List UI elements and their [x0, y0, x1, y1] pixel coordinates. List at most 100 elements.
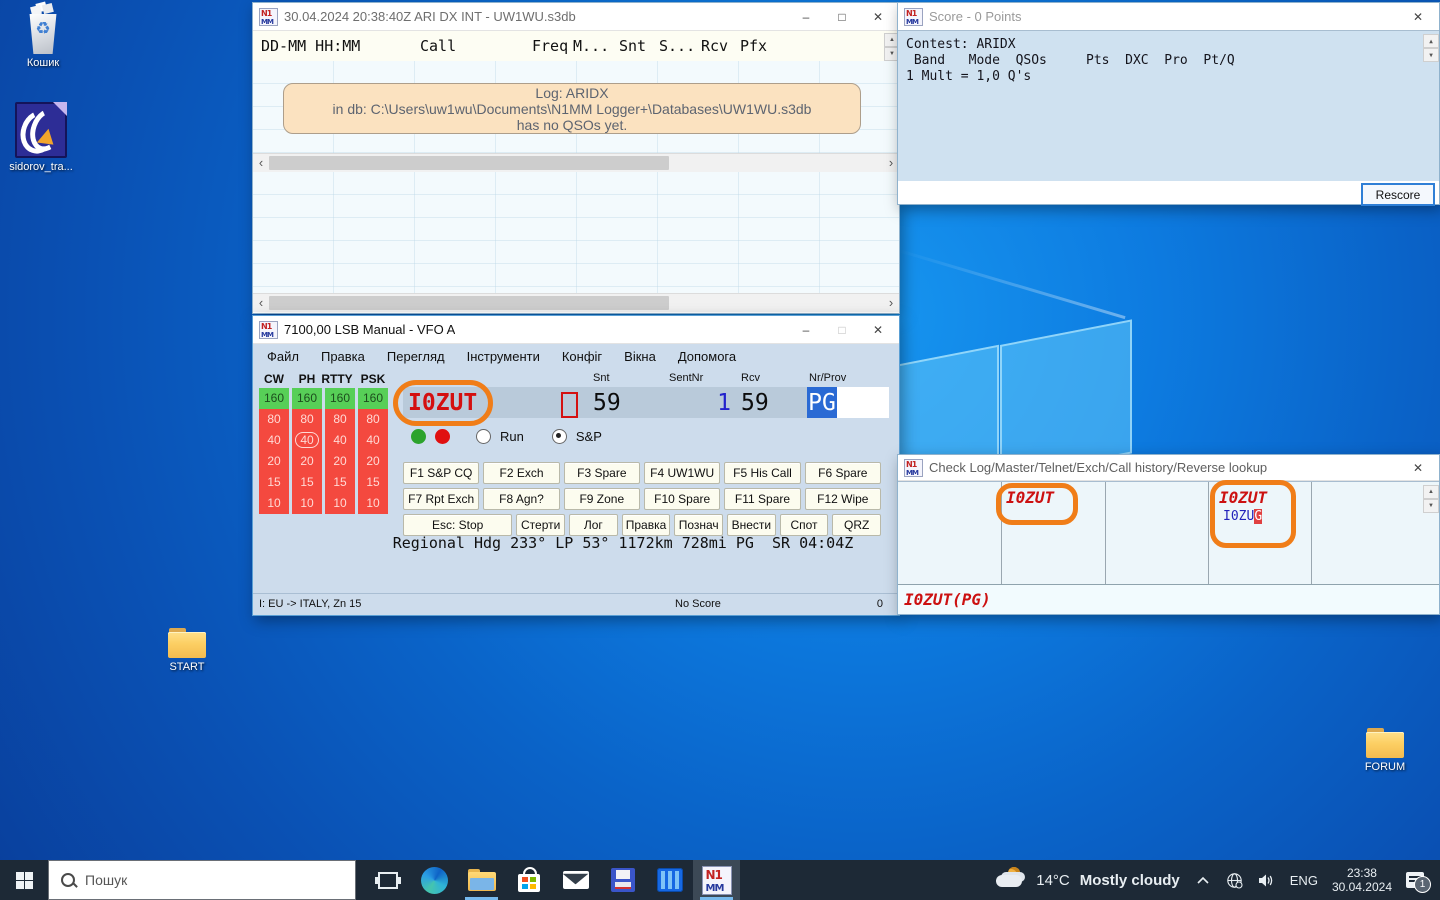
log-window-titlebar[interactable]: 30.04.2024 20:38:40Z ARI DX INT - UW1WU.…	[253, 3, 899, 31]
band-button[interactable]: 80	[325, 409, 355, 430]
band-button[interactable]: 15	[325, 472, 355, 493]
band-button[interactable]: 80	[259, 409, 289, 430]
score-scrollbar[interactable]: ▲ ▼	[1423, 34, 1437, 62]
tray-chevron-up-icon[interactable]	[1194, 871, 1212, 889]
band-button[interactable]: 10	[358, 493, 388, 514]
nrprov-input-selected[interactable]: PG	[807, 387, 837, 418]
floppy-app-button[interactable]	[599, 860, 646, 900]
band-button[interactable]: 40	[358, 430, 388, 451]
network-globe-icon[interactable]	[1226, 871, 1244, 889]
f3-button[interactable]: F3 Spare	[564, 462, 640, 484]
band-button[interactable]: 15	[358, 472, 388, 493]
log-button[interactable]: Лог	[569, 514, 618, 536]
store-button[interactable]: Внести	[727, 514, 776, 536]
menu-item-tools[interactable]: Інструменти	[467, 349, 540, 364]
maximize-button[interactable]: □	[827, 318, 857, 341]
log-column-header[interactable]: S...	[659, 37, 695, 55]
band-button[interactable]: 10	[325, 493, 355, 514]
close-icon[interactable]: ✕	[863, 318, 893, 341]
band-button[interactable]: 80	[292, 409, 322, 430]
log-column-header[interactable]: Call	[420, 37, 456, 55]
scroll-left-icon[interactable]: ‹	[253, 154, 269, 172]
qrz-button[interactable]: QRZ	[832, 514, 881, 536]
minimize-button[interactable]: –	[791, 5, 821, 28]
band-button[interactable]: 15	[292, 472, 322, 493]
band-button[interactable]: 20	[292, 451, 322, 472]
band-button[interactable]: 160	[259, 388, 289, 409]
rcv-input[interactable]: 59	[735, 387, 809, 418]
band-button[interactable]: 20	[325, 451, 355, 472]
band-button[interactable]: 10	[259, 493, 289, 514]
desktop-icon-forum-folder[interactable]: FORUM	[1346, 728, 1424, 773]
search-input[interactable]: Пошук	[48, 860, 356, 900]
f6-button[interactable]: F6 Spare	[805, 462, 881, 484]
f12-button[interactable]: F12 Wipe	[805, 488, 881, 510]
rescore-button[interactable]: Rescore	[1361, 183, 1435, 206]
log-column-header[interactable]: M...	[573, 37, 609, 55]
speaker-icon[interactable]	[1258, 871, 1276, 889]
band-button[interactable]: 160	[325, 388, 355, 409]
f11-button[interactable]: F11 Spare	[724, 488, 800, 510]
run-radio[interactable]	[476, 429, 491, 444]
edge-button[interactable]	[411, 860, 458, 900]
close-icon[interactable]: ✕	[1403, 456, 1433, 479]
file-explorer-button[interactable]	[458, 860, 505, 900]
f7-button[interactable]: F7 Rpt Exch	[403, 488, 479, 510]
run-radio-label[interactable]: Run	[500, 429, 524, 444]
nrprov-input-blank[interactable]	[837, 387, 889, 418]
maximize-button[interactable]: □	[827, 5, 857, 28]
f4-button[interactable]: F4 UW1WU	[644, 462, 720, 484]
weather-widget[interactable]: 14°C Mostly cloudy	[996, 869, 1180, 891]
band-button[interactable]: 40	[325, 430, 355, 451]
band-button[interactable]: 20	[358, 451, 388, 472]
check-scrollbar[interactable]: ▲ ▼	[1423, 485, 1437, 513]
f2-button[interactable]: F2 Exch	[483, 462, 559, 484]
close-icon[interactable]: ✕	[1403, 5, 1433, 28]
menu-item-windows[interactable]: Вікна	[624, 349, 656, 364]
check-history-call[interactable]: I0ZUT	[1219, 488, 1267, 507]
mail-button[interactable]	[552, 860, 599, 900]
menu-item-config[interactable]: Конфіг	[562, 349, 602, 364]
band-button[interactable]: 160	[358, 388, 388, 409]
score-window-titlebar[interactable]: Score - 0 Points ✕	[898, 3, 1439, 31]
f9-button[interactable]: F9 Zone	[564, 488, 640, 510]
f1-button[interactable]: F1 S&P CQ	[403, 462, 479, 484]
scroll-down-icon[interactable]: ▼	[1423, 48, 1439, 62]
close-icon[interactable]: ✕	[863, 5, 893, 28]
entry-window-titlebar[interactable]: 7100,00 LSB Manual - VFO A – □ ✕	[253, 316, 899, 344]
minimize-button[interactable]: –	[791, 318, 821, 341]
scrollbar-thumb[interactable]	[269, 296, 669, 310]
check-partial-call[interactable]: I0ZUG	[1223, 509, 1262, 524]
action-center-button[interactable]: 1	[1406, 872, 1424, 888]
scroll-left-icon[interactable]: ‹	[253, 294, 269, 312]
start-button[interactable]	[0, 860, 48, 900]
log-column-header[interactable]: Rcv	[701, 37, 728, 55]
log-column-header[interactable]: Pfx	[740, 37, 767, 55]
desktop-icon-sidorov-file[interactable]: sidorov_tra...	[2, 102, 80, 173]
esc-stop-button[interactable]: Esc: Stop	[403, 514, 512, 536]
band-button[interactable]: 160	[292, 388, 322, 409]
log-horizontal-scrollbar[interactable]: ‹ ›	[253, 153, 899, 172]
language-indicator[interactable]: ENG	[1290, 873, 1318, 888]
sp-radio-label[interactable]: S&P	[576, 429, 602, 444]
band-button[interactable]: 15	[259, 472, 289, 493]
task-view-button[interactable]	[364, 860, 411, 900]
band-button[interactable]: 40	[259, 430, 289, 451]
menu-item-file[interactable]: Файл	[267, 349, 299, 364]
band-button[interactable]: 20	[259, 451, 289, 472]
sentnr-input[interactable]: 1	[663, 387, 735, 418]
desktop-icon-recycle-bin[interactable]: ♻ Кошик	[4, 6, 82, 69]
band-button-selected[interactable]: 40	[292, 430, 322, 451]
sp-radio[interactable]	[552, 429, 567, 444]
scroll-up-icon[interactable]: ▲	[1423, 485, 1439, 499]
band-button[interactable]: 10	[292, 493, 322, 514]
wipe-button[interactable]: Стерти	[516, 514, 565, 536]
scrollbar-thumb[interactable]	[269, 156, 669, 170]
scroll-right-icon[interactable]: ›	[883, 294, 899, 312]
menu-item-edit[interactable]: Правка	[321, 349, 365, 364]
band-button[interactable]: 80	[358, 409, 388, 430]
menu-item-help[interactable]: Допомога	[678, 349, 736, 364]
store-button[interactable]	[505, 860, 552, 900]
n1mm-app-button[interactable]	[693, 860, 740, 900]
mark-button[interactable]: Познач	[674, 514, 723, 536]
